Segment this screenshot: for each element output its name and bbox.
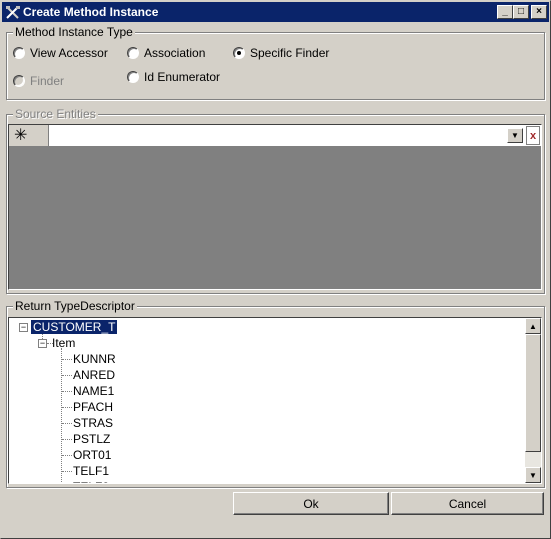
tree-node-field[interactable]: ANRED xyxy=(71,367,117,383)
radio-label: Specific Finder xyxy=(250,46,330,60)
tree-node-field[interactable]: TELF1 xyxy=(71,463,111,479)
radio-indicator xyxy=(127,71,139,83)
create-method-instance-dialog: Create Method Instance _ □ × Method Inst… xyxy=(0,0,551,539)
tree-node-label: Item xyxy=(52,336,76,350)
tree-node-label: PSTLZ xyxy=(73,432,111,446)
source-entity-dropdown-button[interactable]: ▼ xyxy=(507,128,523,143)
scroll-down-button[interactable]: ▼ xyxy=(525,467,541,483)
method-instance-type-group: Method Instance Type View Accessor Assoc… xyxy=(6,25,545,100)
method-instance-type-label: Method Instance Type xyxy=(13,25,135,39)
minimize-icon: _ xyxy=(502,6,508,17)
arrow-up-icon: ▲ xyxy=(529,321,537,331)
delete-icon: x xyxy=(529,129,537,142)
type-descriptor-tree[interactable]: − CUSTOMER_T − Item KUNNR ANRED NAME1 PF… xyxy=(8,317,542,484)
scroll-up-button[interactable]: ▲ xyxy=(525,318,541,334)
arrow-down-icon: ▼ xyxy=(529,470,537,480)
new-entity-row: ✳ ▼ x xyxy=(9,125,541,146)
tree-node-field[interactable]: STRAS xyxy=(71,415,115,431)
tree-node-field[interactable]: NAME1 xyxy=(71,383,116,399)
radio-specific-finder[interactable]: Specific Finder xyxy=(233,46,329,60)
close-button[interactable]: × xyxy=(531,5,547,19)
radio-label: Id Enumerator xyxy=(144,70,221,84)
tree-node-label: TELF2 xyxy=(71,480,111,483)
collapse-icon[interactable]: − xyxy=(19,323,28,332)
maximize-button[interactable]: □ xyxy=(513,5,529,19)
tree-node-field[interactable]: ORT01 xyxy=(71,447,113,463)
tree-node-label: PFACH xyxy=(73,400,114,414)
tree-node-item[interactable]: − Item xyxy=(36,335,77,351)
tree-node-label: KUNNR xyxy=(73,352,116,366)
title-bar[interactable]: Create Method Instance _ □ × xyxy=(2,2,549,22)
tree-connector xyxy=(61,348,62,483)
tree-vertical-scrollbar[interactable]: ▲ ▼ xyxy=(525,318,541,483)
tree-node-root[interactable]: − CUSTOMER_T xyxy=(17,319,118,335)
tree-node-field[interactable]: TELF2 xyxy=(71,479,111,483)
new-row-marker-icon: ✳ xyxy=(9,125,49,146)
tree-node-label: TELF1 xyxy=(73,464,110,478)
ok-button[interactable]: Ok xyxy=(233,492,389,515)
window-title: Create Method Instance xyxy=(23,5,159,19)
radio-label: Finder xyxy=(30,74,65,88)
tree-node-field[interactable]: PSTLZ xyxy=(71,431,112,447)
radio-indicator-checked xyxy=(233,47,245,59)
radio-id-enumerator[interactable]: Id Enumerator xyxy=(127,70,220,84)
source-entities-grid: ✳ ▼ x xyxy=(8,124,542,290)
radio-finder: Finder xyxy=(13,74,64,88)
radio-label: Association xyxy=(144,46,206,60)
scroll-thumb[interactable] xyxy=(525,334,541,452)
delete-row-button[interactable]: x xyxy=(526,126,540,145)
return-type-descriptor-label: Return TypeDescriptor xyxy=(13,299,137,313)
radio-association[interactable]: Association xyxy=(127,46,205,60)
cancel-button[interactable]: Cancel xyxy=(391,492,544,515)
tree-node-field[interactable]: KUNNR xyxy=(71,351,118,367)
chevron-down-icon: ▼ xyxy=(511,131,519,140)
tree-node-field[interactable]: PFACH xyxy=(71,399,115,415)
radio-label: View Accessor xyxy=(30,46,108,60)
radio-indicator xyxy=(13,75,25,87)
tree-node-label: ANRED xyxy=(73,368,116,382)
minimize-button[interactable]: _ xyxy=(497,5,513,19)
tree-node-label: STRAS xyxy=(73,416,114,430)
radio-indicator xyxy=(13,47,25,59)
radio-indicator xyxy=(127,47,139,59)
maximize-icon: □ xyxy=(517,6,525,17)
close-icon: × xyxy=(536,6,542,17)
source-entities-label: Source Entities xyxy=(13,107,98,121)
tree-node-label: NAME1 xyxy=(73,384,115,398)
radio-view-accessor[interactable]: View Accessor xyxy=(13,46,108,60)
tree-node-label: CUSTOMER_T xyxy=(31,320,118,334)
tree-node-label: ORT01 xyxy=(73,448,112,462)
tools-icon xyxy=(6,6,20,19)
source-entity-input[interactable] xyxy=(50,125,505,146)
collapse-icon[interactable]: − xyxy=(38,339,47,348)
